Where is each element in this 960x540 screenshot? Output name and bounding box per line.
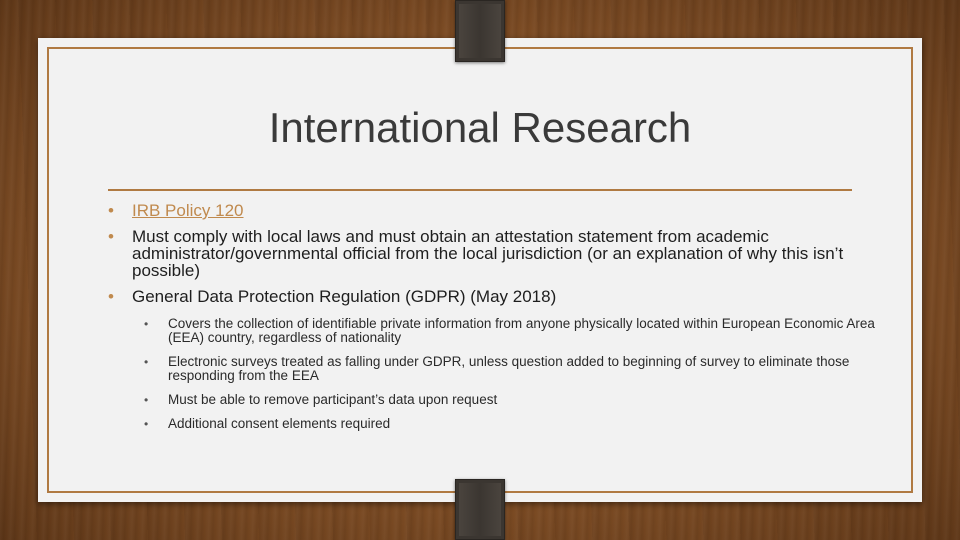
bullet-glyph: • bbox=[108, 201, 114, 220]
slide-title: International Research bbox=[268, 104, 692, 151]
sub-bullet-item: • Covers the collection of identifiable … bbox=[132, 317, 882, 345]
bullet-list: • IRB Policy 120 • Must comply with loca… bbox=[108, 202, 875, 441]
bullet-item-irb-policy: • IRB Policy 120 bbox=[108, 202, 858, 219]
title-divider bbox=[108, 189, 852, 191]
gdpr-sub-list: • Covers the collection of identifiable … bbox=[132, 317, 875, 432]
sub-bullet-text: Electronic surveys treated as falling un… bbox=[168, 354, 850, 383]
bullet-glyph: • bbox=[108, 287, 114, 306]
sub-bullet-glyph: • bbox=[144, 317, 149, 331]
sub-bullet-item: • Must be able to remove participant’s d… bbox=[132, 392, 882, 408]
sub-bullet-glyph: • bbox=[144, 355, 149, 369]
bullet-item-local-laws: • Must comply with local laws and must o… bbox=[108, 228, 858, 279]
sub-bullet-text: Additional consent elements required bbox=[168, 416, 391, 431]
bullet-item-gdpr: • General Data Protection Regulation (GD… bbox=[108, 287, 875, 432]
binder-clip-bottom bbox=[455, 479, 505, 540]
sub-bullet-item: • Additional consent elements required bbox=[132, 416, 882, 432]
irb-policy-link[interactable]: IRB Policy 120 bbox=[132, 201, 244, 220]
bullet-text: Must comply with local laws and must obt… bbox=[132, 227, 844, 280]
sub-bullet-glyph: • bbox=[144, 393, 149, 407]
sub-bullet-item: • Electronic surveys treated as falling … bbox=[132, 355, 882, 383]
sub-bullet-text: Covers the collection of identifiable pr… bbox=[168, 316, 875, 345]
sub-bullet-text: Must be able to remove participant’s dat… bbox=[168, 392, 498, 407]
binder-clip-top bbox=[455, 0, 505, 62]
bullet-text: General Data Protection Regulation (GDPR… bbox=[132, 287, 557, 306]
sub-bullet-glyph: • bbox=[144, 417, 149, 431]
bullet-glyph: • bbox=[108, 227, 114, 246]
